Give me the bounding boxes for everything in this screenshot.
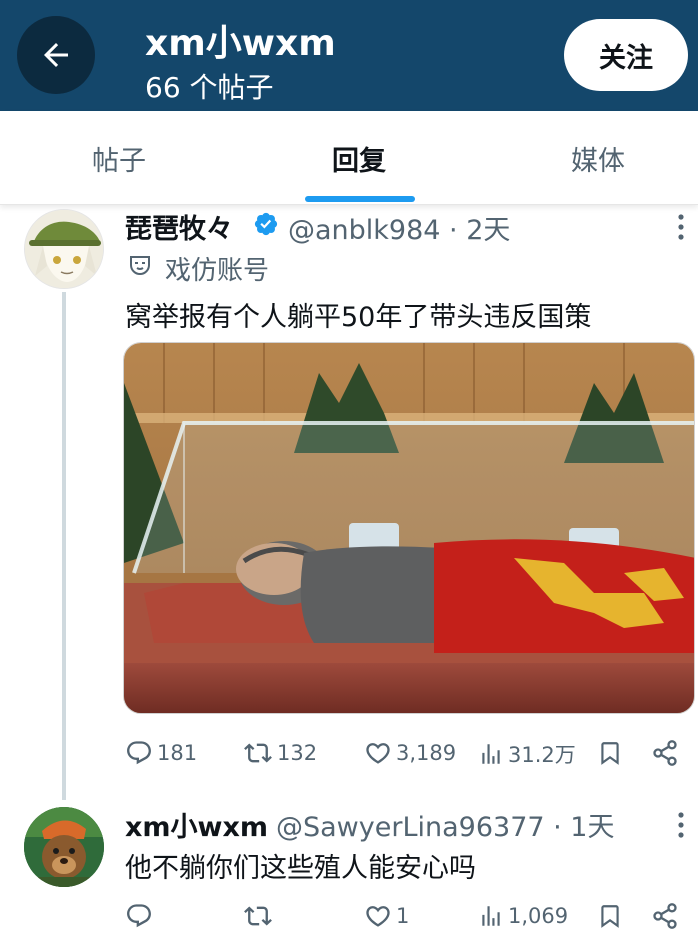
repost-button[interactable]: 132 — [243, 739, 317, 767]
post-author-name[interactable]: xm小wxm — [125, 805, 268, 844]
avatar[interactable] — [24, 807, 104, 887]
post-text: 窝举报有个人躺平50年了带头违反国策 — [125, 302, 592, 333]
post-actions: 181 132 3,189 31.2万 — [0, 733, 698, 773]
profile-header: xm小wxm 66 个帖子 关注 — [0, 0, 698, 111]
like-count: 1 — [396, 904, 410, 928]
reply-count: 181 — [157, 741, 198, 765]
tab-media[interactable]: 媒体 — [571, 139, 625, 178]
post-author-name[interactable]: 琵琶牧々 — [125, 207, 233, 246]
heart-icon — [366, 906, 390, 927]
bookmark-button[interactable] — [597, 902, 623, 930]
post-author-handle[interactable]: @SawyerLina96377 · 1天 — [276, 805, 614, 844]
repost-icon — [244, 743, 272, 763]
thread-connector-line — [62, 292, 66, 800]
post-count: 66 个帖子 — [145, 71, 274, 104]
parody-account-label: 戏仿账号 — [165, 256, 270, 286]
follow-button[interactable]: 关注 — [564, 19, 688, 91]
views-button[interactable]: 1,069 — [478, 902, 568, 930]
views-icon — [482, 744, 500, 764]
profile-tabs: 帖子 回复 媒体 — [0, 111, 698, 205]
views-icon — [482, 906, 500, 926]
post-actions: 1 1,069 — [0, 896, 698, 936]
views-button[interactable]: 31.2万 — [478, 739, 576, 769]
reply-icon — [127, 741, 151, 765]
share-icon — [653, 903, 677, 929]
bookmark-button[interactable] — [597, 739, 623, 767]
more-options-icon[interactable] — [672, 810, 690, 840]
reply-icon — [127, 904, 151, 928]
heart-icon — [366, 743, 390, 764]
share-button[interactable] — [651, 902, 679, 930]
bookmark-icon — [601, 742, 619, 765]
like-button[interactable]: 3,189 — [364, 739, 456, 767]
views-count: 31.2万 — [508, 743, 576, 767]
back-button[interactable] — [17, 16, 95, 94]
profile-title: xm小wxm — [145, 23, 336, 64]
media-photo — [124, 343, 694, 713]
reply-button[interactable] — [125, 902, 157, 930]
like-button[interactable]: 1 — [364, 902, 409, 930]
more-options-icon[interactable] — [672, 212, 690, 242]
tab-posts[interactable]: 帖子 — [92, 139, 146, 178]
post-text: 他不躺你们这些殖人能安心吗 — [125, 853, 476, 884]
repost-icon — [244, 906, 272, 926]
share-button[interactable] — [651, 739, 679, 767]
parody-mask-icon — [130, 256, 150, 276]
repost-button[interactable] — [243, 902, 277, 930]
active-tab-indicator — [305, 196, 415, 202]
arrow-left-icon — [44, 43, 68, 67]
post-author-handle[interactable]: @anblk984 · 2天 — [288, 208, 510, 247]
share-icon — [653, 740, 677, 766]
reply-button[interactable]: 181 — [125, 739, 197, 767]
verified-badge-icon — [254, 212, 278, 236]
tab-replies[interactable]: 回复 — [332, 139, 386, 178]
bookmark-icon — [601, 905, 619, 928]
like-count: 3,189 — [396, 741, 457, 765]
views-count: 1,069 — [508, 904, 569, 928]
post-media-image[interactable] — [123, 342, 695, 714]
repost-count: 132 — [277, 741, 318, 765]
avatar[interactable] — [24, 209, 104, 289]
